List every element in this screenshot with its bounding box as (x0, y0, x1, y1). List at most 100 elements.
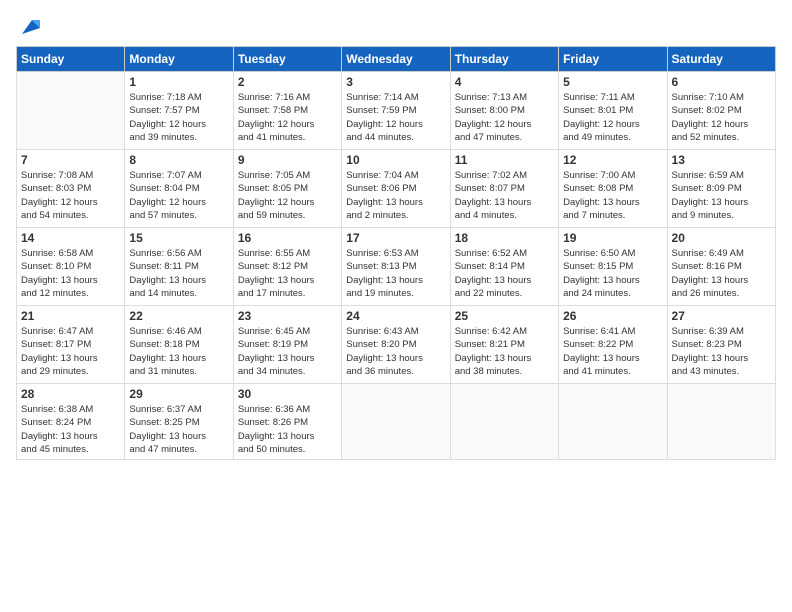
day-number: 24 (346, 309, 445, 323)
day-number: 1 (129, 75, 228, 89)
calendar-cell: 21Sunrise: 6:47 AM Sunset: 8:17 PM Dayli… (17, 306, 125, 384)
day-info: Sunrise: 6:56 AM Sunset: 8:11 PM Dayligh… (129, 247, 228, 300)
day-number: 27 (672, 309, 771, 323)
day-info: Sunrise: 6:52 AM Sunset: 8:14 PM Dayligh… (455, 247, 554, 300)
calendar-cell: 10 Sunrise: 7:04 AM Sunset: 8:06 PM Dayli… (342, 150, 450, 228)
calendar-cell: 24 Sunrise: 6:43 AM Sunset: 8:20 PM Dayli… (342, 306, 450, 384)
day-info: Sunrise: 6:38 AM Sunset: 8:24 PM Dayligh… (21, 403, 120, 456)
calendar-cell: 1 Sunrise: 7:18 AM Sunset: 7:57 PM Daylig… (125, 72, 233, 150)
day-number: 10 (346, 153, 445, 167)
column-header-wednesday: Wednesday (342, 47, 450, 72)
day-number: 23 (238, 309, 337, 323)
page: SundayMondayTuesdayWednesdayThursdayFrid… (0, 0, 792, 612)
day-info: Sunrise: 6:50 AM Sunset: 8:15 PM Dayligh… (563, 247, 662, 300)
day-info: Sunrise: 6:43 AM Sunset: 8:20 PM Dayligh… (346, 325, 445, 378)
calendar-cell: 14 Sunrise: 6:58 AM Sunset: 8:10 PM Dayli… (17, 228, 125, 306)
day-info: Sunrise: 7:16 AM Sunset: 7:58 PM Dayligh… (238, 91, 337, 144)
day-number: 14 (21, 231, 120, 245)
day-number: 21 (21, 309, 120, 323)
day-number: 11 (455, 153, 554, 167)
column-header-saturday: Saturday (667, 47, 775, 72)
day-number: 30 (238, 387, 337, 401)
calendar-cell: 25 Sunrise: 6:42 AM Sunset: 8:21 PM Dayli… (450, 306, 558, 384)
column-header-monday: Monday (125, 47, 233, 72)
calendar-cell: 16Sunrise: 6:55 AM Sunset: 8:12 PM Dayli… (233, 228, 341, 306)
day-info: Sunrise: 7:13 AM Sunset: 8:00 PM Dayligh… (455, 91, 554, 144)
day-number: 3 (346, 75, 445, 89)
calendar-cell: 4Sunrise: 7:13 AM Sunset: 8:00 PM Daylig… (450, 72, 558, 150)
calendar-cell: 8 Sunrise: 7:07 AM Sunset: 8:04 PM Daylig… (125, 150, 233, 228)
calendar-cell: 20Sunrise: 6:49 AM Sunset: 8:16 PM Dayli… (667, 228, 775, 306)
calendar-cell: 11 Sunrise: 7:02 AM Sunset: 8:07 PM Dayli… (450, 150, 558, 228)
calendar-cell: 6 Sunrise: 7:10 AM Sunset: 8:02 PM Daylig… (667, 72, 775, 150)
calendar-cell: 18 Sunrise: 6:52 AM Sunset: 8:14 PM Dayli… (450, 228, 558, 306)
day-number: 20 (672, 231, 771, 245)
day-number: 15 (129, 231, 228, 245)
day-number: 29 (129, 387, 228, 401)
calendar-cell: 5Sunrise: 7:11 AM Sunset: 8:01 PM Daylig… (559, 72, 667, 150)
calendar-table: SundayMondayTuesdayWednesdayThursdayFrid… (16, 46, 776, 460)
day-info: Sunrise: 6:39 AM Sunset: 8:23 PM Dayligh… (672, 325, 771, 378)
day-info: Sunrise: 6:45 AM Sunset: 8:19 PM Dayligh… (238, 325, 337, 378)
day-number: 16 (238, 231, 337, 245)
day-info: Sunrise: 7:18 AM Sunset: 7:57 PM Dayligh… (129, 91, 228, 144)
day-info: Sunrise: 6:46 AM Sunset: 8:18 PM Dayligh… (129, 325, 228, 378)
day-info: Sunrise: 6:41 AM Sunset: 8:22 PM Dayligh… (563, 325, 662, 378)
calendar-cell: 30 Sunrise: 6:36 AM Sunset: 8:26 PM Dayli… (233, 384, 341, 460)
day-info: Sunrise: 7:11 AM Sunset: 8:01 PM Dayligh… (563, 91, 662, 144)
day-info: Sunrise: 7:10 AM Sunset: 8:02 PM Dayligh… (672, 91, 771, 144)
calendar-cell (559, 384, 667, 460)
calendar-cell: 9 Sunrise: 7:05 AM Sunset: 8:05 PM Daylig… (233, 150, 341, 228)
week-row-2: 14 Sunrise: 6:58 AM Sunset: 8:10 PM Dayli… (17, 228, 776, 306)
day-info: Sunrise: 7:14 AM Sunset: 7:59 PM Dayligh… (346, 91, 445, 144)
calendar-cell (17, 72, 125, 150)
day-info: Sunrise: 7:07 AM Sunset: 8:04 PM Dayligh… (129, 169, 228, 222)
day-number: 9 (238, 153, 337, 167)
day-number: 12 (563, 153, 662, 167)
calendar-cell (450, 384, 558, 460)
logo (16, 16, 40, 38)
calendar-cell: 13 Sunrise: 6:59 AM Sunset: 8:09 PM Dayli… (667, 150, 775, 228)
week-row-0: 1 Sunrise: 7:18 AM Sunset: 7:57 PM Daylig… (17, 72, 776, 150)
day-info: Sunrise: 6:42 AM Sunset: 8:21 PM Dayligh… (455, 325, 554, 378)
day-number: 25 (455, 309, 554, 323)
calendar-cell: 22Sunrise: 6:46 AM Sunset: 8:18 PM Dayli… (125, 306, 233, 384)
column-header-thursday: Thursday (450, 47, 558, 72)
calendar-cell: 3 Sunrise: 7:14 AM Sunset: 7:59 PM Daylig… (342, 72, 450, 150)
day-number: 19 (563, 231, 662, 245)
day-number: 18 (455, 231, 554, 245)
header-row: SundayMondayTuesdayWednesdayThursdayFrid… (17, 47, 776, 72)
header (16, 16, 776, 38)
day-number: 8 (129, 153, 228, 167)
logo-icon (18, 16, 40, 38)
calendar-cell: 17 Sunrise: 6:53 AM Sunset: 8:13 PM Dayli… (342, 228, 450, 306)
column-header-friday: Friday (559, 47, 667, 72)
day-info: Sunrise: 6:53 AM Sunset: 8:13 PM Dayligh… (346, 247, 445, 300)
calendar-cell: 12Sunrise: 7:00 AM Sunset: 8:08 PM Dayli… (559, 150, 667, 228)
day-info: Sunrise: 7:05 AM Sunset: 8:05 PM Dayligh… (238, 169, 337, 222)
day-info: Sunrise: 6:59 AM Sunset: 8:09 PM Dayligh… (672, 169, 771, 222)
calendar-cell: 28 Sunrise: 6:38 AM Sunset: 8:24 PM Dayli… (17, 384, 125, 460)
day-number: 17 (346, 231, 445, 245)
day-number: 13 (672, 153, 771, 167)
day-info: Sunrise: 6:58 AM Sunset: 8:10 PM Dayligh… (21, 247, 120, 300)
day-number: 6 (672, 75, 771, 89)
calendar-cell (342, 384, 450, 460)
calendar-cell: 2 Sunrise: 7:16 AM Sunset: 7:58 PM Daylig… (233, 72, 341, 150)
week-row-4: 28 Sunrise: 6:38 AM Sunset: 8:24 PM Dayli… (17, 384, 776, 460)
column-header-tuesday: Tuesday (233, 47, 341, 72)
day-number: 26 (563, 309, 662, 323)
day-info: Sunrise: 7:02 AM Sunset: 8:07 PM Dayligh… (455, 169, 554, 222)
day-info: Sunrise: 7:04 AM Sunset: 8:06 PM Dayligh… (346, 169, 445, 222)
day-info: Sunrise: 6:36 AM Sunset: 8:26 PM Dayligh… (238, 403, 337, 456)
calendar-cell: 26 Sunrise: 6:41 AM Sunset: 8:22 PM Dayli… (559, 306, 667, 384)
day-info: Sunrise: 6:37 AM Sunset: 8:25 PM Dayligh… (129, 403, 228, 456)
day-info: Sunrise: 7:08 AM Sunset: 8:03 PM Dayligh… (21, 169, 120, 222)
calendar-cell: 27 Sunrise: 6:39 AM Sunset: 8:23 PM Dayli… (667, 306, 775, 384)
calendar-cell: 23 Sunrise: 6:45 AM Sunset: 8:19 PM Dayli… (233, 306, 341, 384)
day-number: 2 (238, 75, 337, 89)
day-number: 28 (21, 387, 120, 401)
calendar-cell: 15 Sunrise: 6:56 AM Sunset: 8:11 PM Dayli… (125, 228, 233, 306)
calendar-cell: 29 Sunrise: 6:37 AM Sunset: 8:25 PM Dayli… (125, 384, 233, 460)
calendar-cell: 7Sunrise: 7:08 AM Sunset: 8:03 PM Daylig… (17, 150, 125, 228)
